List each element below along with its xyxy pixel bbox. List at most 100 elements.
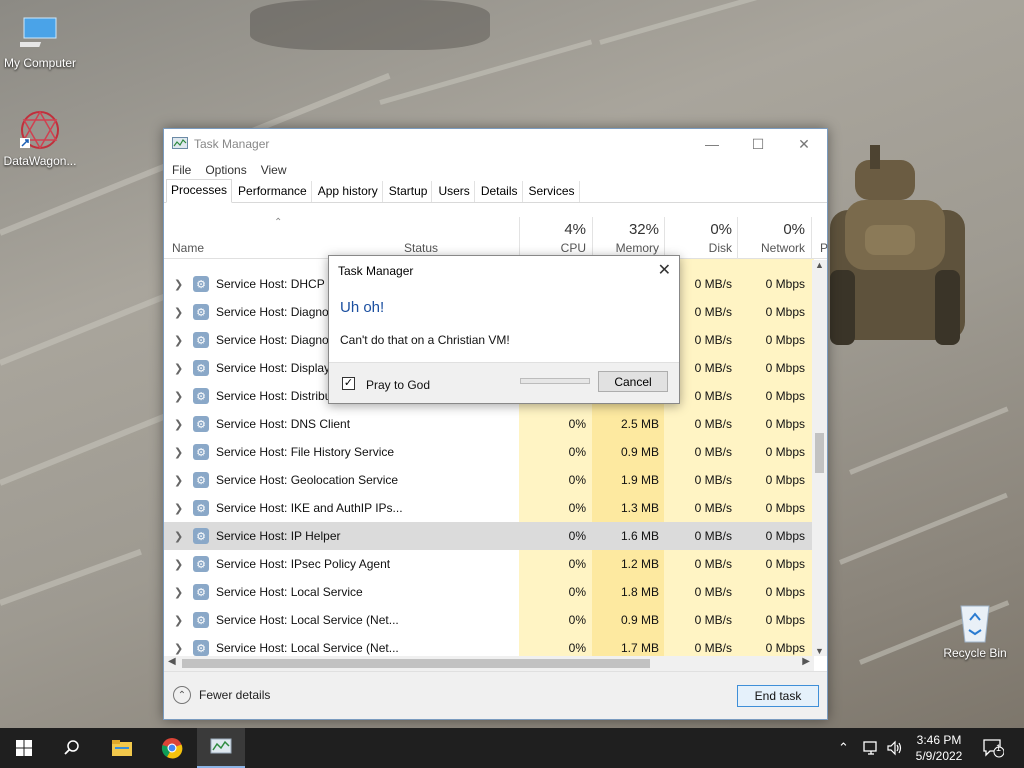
scroll-up-icon[interactable]: ▲ <box>812 260 827 270</box>
scroll-thumb[interactable] <box>182 659 650 668</box>
process-name: Service Host: Local Service (Net... <box>216 613 399 627</box>
horizontal-scrollbar[interactable]: ◀ ▶ <box>164 656 814 671</box>
column-status[interactable]: Status <box>404 241 438 255</box>
expand-chevron-icon[interactable]: ❯ <box>174 278 183 291</box>
expand-chevron-icon[interactable]: ❯ <box>174 334 183 347</box>
pray-checkbox[interactable]: ✓ <box>342 377 355 390</box>
file-explorer-icon <box>112 740 132 756</box>
process-row[interactable]: ❯ ⚙ Service Host: IP Helper 0% 1.6 MB 0 MB/s 0… <box>164 522 814 550</box>
service-gear-icon: ⚙ <box>193 388 209 404</box>
recycle-bin-icon <box>953 600 997 644</box>
tab-users[interactable]: Users <box>434 181 475 202</box>
minimize-button[interactable]: — <box>689 129 735 159</box>
expand-chevron-icon[interactable]: ❯ <box>174 446 183 459</box>
tab-startup[interactable]: Startup <box>385 181 433 202</box>
network-value: 0 Mbps <box>765 277 805 291</box>
process-row[interactable]: ❯ ⚙ Service Host: DNS Client 0% 2.5 MB 0 MB/s… <box>164 410 814 438</box>
column-network[interactable]: Network <box>739 241 805 255</box>
memory-value: 0.9 MB <box>620 613 659 627</box>
show-hidden-icons-icon[interactable]: ⌃ <box>838 728 849 768</box>
process-name: Service Host: Local Service (Net... <box>216 641 399 655</box>
process-row[interactable]: ❯ ⚙ Service Host: Local Service (Net... 0% 1… <box>164 634 814 656</box>
menu-view[interactable]: View <box>261 163 287 177</box>
close-button[interactable]: ✕ <box>781 129 827 159</box>
maximize-button[interactable]: ☐ <box>735 129 781 159</box>
column-divider <box>664 217 665 259</box>
task-manager-icon <box>210 738 232 754</box>
progress-bar <box>520 378 590 384</box>
network-value: 0 Mbps <box>765 361 805 375</box>
tab-services[interactable]: Services <box>525 181 580 202</box>
desktop-icon-label: Recycle Bin <box>943 646 1007 660</box>
column-cpu[interactable]: CPU <box>524 241 586 255</box>
desktop-icon-recycle-bin[interactable]: Recycle Bin <box>935 600 1015 660</box>
clock[interactable]: 3:46 PM 5/9/2022 <box>910 732 968 764</box>
service-gear-icon: ⚙ <box>193 500 209 516</box>
column-memory[interactable]: Memory <box>594 241 659 255</box>
menu-file[interactable]: File <box>172 163 191 177</box>
scroll-left-icon[interactable]: ◀ <box>168 656 176 667</box>
process-row[interactable]: ❯ ⚙ Service Host: IPsec Policy Agent 0% 1.2 … <box>164 550 814 578</box>
disk-value: 0 MB/s <box>694 557 732 571</box>
disk-percent: 0% <box>710 221 732 238</box>
memory-value: 1.7 MB <box>620 641 659 655</box>
service-gear-icon: ⚙ <box>193 612 209 628</box>
menu-options[interactable]: Options <box>205 163 246 177</box>
expand-chevron-icon[interactable]: ❯ <box>174 586 183 599</box>
cancel-button[interactable]: Cancel <box>598 371 668 392</box>
scroll-thumb[interactable] <box>815 433 824 473</box>
expand-chevron-icon[interactable]: ❯ <box>174 306 183 319</box>
column-power[interactable]: P <box>820 241 828 255</box>
task-manager-taskbar-button[interactable] <box>197 728 245 768</box>
chrome-button[interactable] <box>148 728 196 768</box>
tab-performance[interactable]: Performance <box>234 181 312 202</box>
process-row[interactable]: ❯ ⚙ Service Host: Local Service 0% 1.8 MB 0 M… <box>164 578 814 606</box>
title-bar[interactable]: Task Manager — ☐ ✕ <box>164 129 827 159</box>
file-explorer-button[interactable] <box>98 728 146 768</box>
expand-chevron-icon[interactable]: ❯ <box>174 362 183 375</box>
expand-chevron-icon[interactable]: ❯ <box>174 390 183 403</box>
tab-details[interactable]: Details <box>477 181 523 202</box>
vertical-scrollbar[interactable]: ▲ ▼ <box>812 260 827 656</box>
expand-chevron-icon[interactable]: ❯ <box>174 474 183 487</box>
network-icon[interactable] <box>862 728 880 768</box>
tab-processes[interactable]: Processes <box>166 179 233 203</box>
end-task-button[interactable]: End task <box>737 685 819 707</box>
column-name[interactable]: Name <box>172 241 204 255</box>
fewer-details-label: Fewer details <box>199 688 271 702</box>
disk-value: 0 MB/s <box>694 445 732 459</box>
process-row[interactable]: ❯ ⚙ Service Host: IKE and AuthIP IPs... 0% 1… <box>164 494 814 522</box>
column-disk[interactable]: Disk <box>669 241 732 255</box>
notification-center-button[interactable]: 1 <box>982 728 1004 768</box>
expand-chevron-icon[interactable]: ❯ <box>174 558 183 571</box>
expand-chevron-icon[interactable]: ❯ <box>174 642 183 655</box>
expand-chevron-icon[interactable]: ❯ <box>174 418 183 431</box>
clock-time: 3:46 PM <box>916 733 962 747</box>
network-value: 0 Mbps <box>765 529 805 543</box>
disk-value: 0 MB/s <box>694 585 732 599</box>
expand-chevron-icon[interactable]: ❯ <box>174 530 183 543</box>
start-button[interactable] <box>0 728 48 768</box>
network-value: 0 Mbps <box>765 613 805 627</box>
process-row[interactable]: ❯ ⚙ Service Host: Geolocation Service 0% 1.9… <box>164 466 814 494</box>
memory-value: 1.8 MB <box>620 585 659 599</box>
dialog-close-icon[interactable]: ✕ <box>658 260 671 280</box>
pray-checkbox-label[interactable]: Pray to God <box>366 378 430 392</box>
expand-chevron-icon[interactable]: ❯ <box>174 614 183 627</box>
desktop-icon-my-computer[interactable]: My Computer <box>0 10 80 70</box>
search-button[interactable] <box>48 728 96 768</box>
desktop-icon-datawagon[interactable]: DataWagon... <box>0 108 80 168</box>
disk-value: 0 MB/s <box>694 529 732 543</box>
service-gear-icon: ⚙ <box>193 528 209 544</box>
process-row[interactable]: ❯ ⚙ Service Host: Local Service (Net... 0% 0… <box>164 606 814 634</box>
expand-chevron-icon[interactable]: ❯ <box>174 502 183 515</box>
memory-value: 1.6 MB <box>620 529 659 543</box>
scroll-down-icon[interactable]: ▼ <box>812 646 827 656</box>
tab-app-history[interactable]: App history <box>314 181 383 202</box>
cpu-percent: 4% <box>564 221 586 238</box>
desktop-icon-label: My Computer <box>3 56 77 70</box>
fewer-details-button[interactable]: ⌃ Fewer details <box>173 686 270 704</box>
process-row[interactable]: ❯ ⚙ Service Host: File History Service 0% 0.… <box>164 438 814 466</box>
scroll-right-icon[interactable]: ▶ <box>802 656 810 667</box>
volume-icon[interactable] <box>886 728 904 768</box>
